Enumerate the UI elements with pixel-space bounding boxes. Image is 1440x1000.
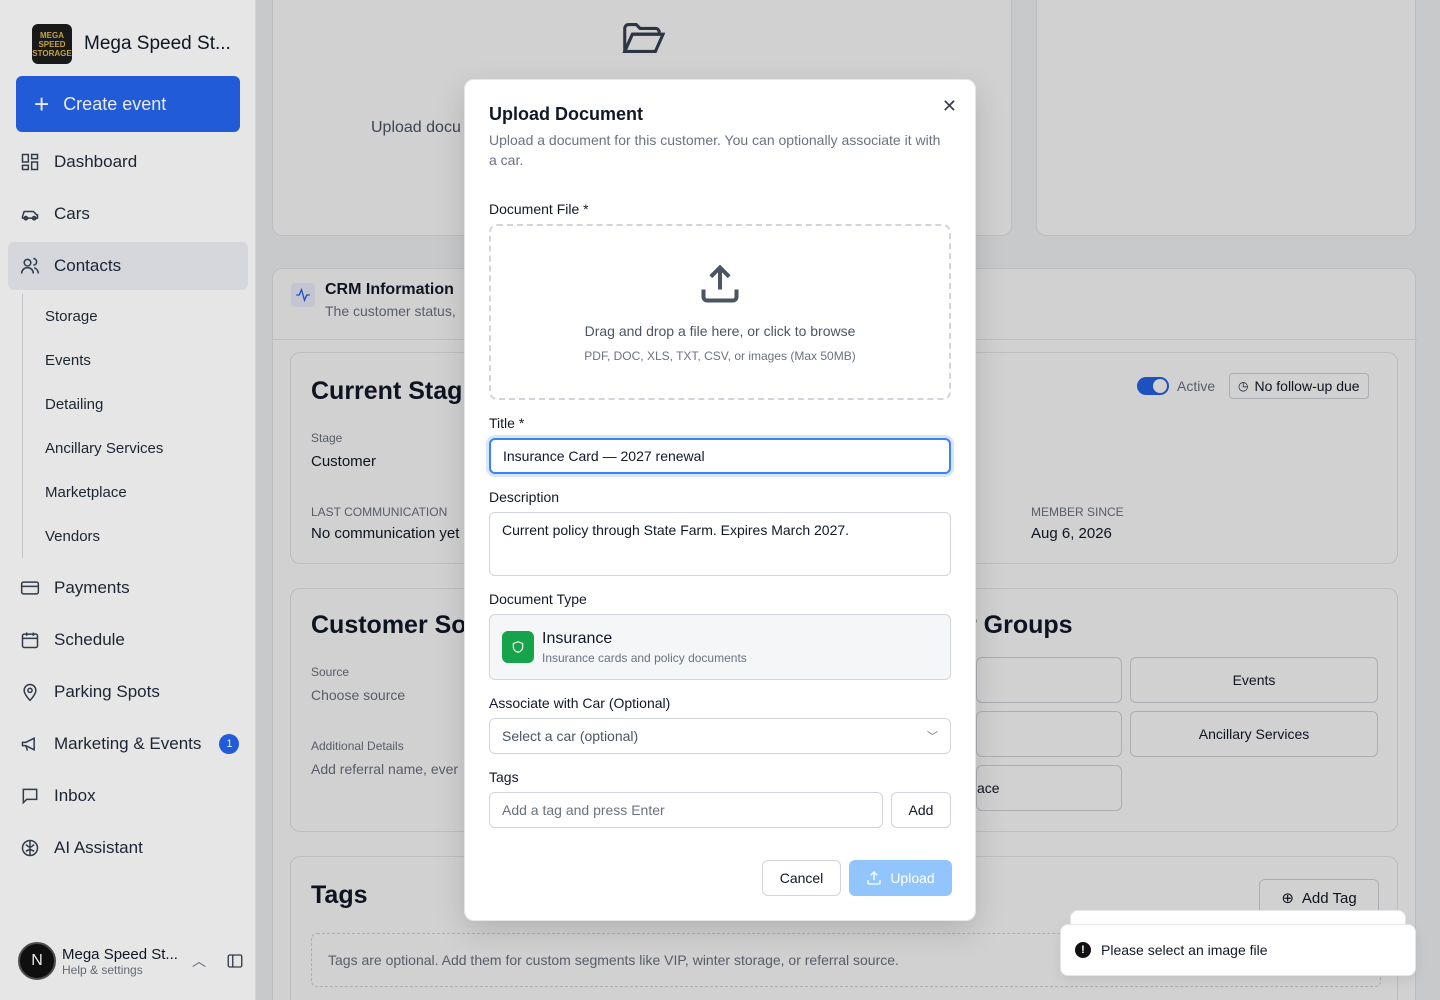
document-type-select[interactable]: Insurance Insurance cards and policy doc… — [489, 614, 951, 680]
document-file-label: Document File * — [489, 201, 589, 217]
upload-icon — [867, 871, 881, 885]
dropzone-text: Drag and drop a file here, or click to b… — [584, 323, 856, 339]
chevron-down-icon: ﹀ — [927, 731, 938, 743]
file-dropzone[interactable]: Drag and drop a file here, or click to b… — [489, 224, 951, 400]
error-toast[interactable]: ! Please select an image file — [1060, 924, 1416, 976]
title-input-value: Insurance Card — 2027 renewal — [503, 448, 705, 464]
tag-input[interactable]: Add a tag and press Enter — [489, 792, 883, 828]
upload-document-dialog: ✕ Upload Document Upload a document for … — [464, 79, 976, 921]
document-type-subtitle: Insurance cards and policy documents — [542, 650, 747, 665]
car-select-placeholder: Select a car (optional) — [502, 728, 639, 744]
alert-icon: ! — [1075, 942, 1091, 958]
tags-label: Tags — [489, 769, 519, 785]
toast-message: Please select an image file — [1101, 942, 1268, 958]
dialog-title: Upload Document — [489, 104, 644, 124]
upload-button-label: Upload — [890, 870, 935, 886]
shield-icon — [502, 631, 534, 663]
tag-input-placeholder: Add a tag and press Enter — [502, 802, 665, 818]
document-type-label: Document Type — [489, 591, 587, 607]
document-type-title: Insurance — [542, 629, 613, 647]
description-textarea[interactable]: Current policy through State Farm. Expir… — [489, 512, 951, 576]
cancel-button[interactable]: Cancel — [762, 860, 841, 896]
title-label: Title * — [489, 415, 525, 431]
add-tag-button[interactable]: Add — [891, 792, 951, 828]
description-label: Description — [489, 489, 560, 505]
upload-icon — [701, 264, 739, 303]
close-icon[interactable]: ✕ — [942, 96, 957, 117]
dropzone-formats: PDF, DOC, XLS, TXT, CSV, or images (Max … — [584, 349, 856, 363]
sidebar-overlay — [0, 0, 256, 1000]
car-select[interactable]: Select a car (optional) ﹀ — [489, 718, 951, 754]
car-label: Associate with Car (Optional) — [489, 695, 671, 711]
dialog-description: Upload a document for this customer. You… — [489, 132, 941, 168]
upload-button[interactable]: Upload — [849, 860, 952, 896]
title-input[interactable]: Insurance Card — 2027 renewal — [489, 438, 951, 474]
